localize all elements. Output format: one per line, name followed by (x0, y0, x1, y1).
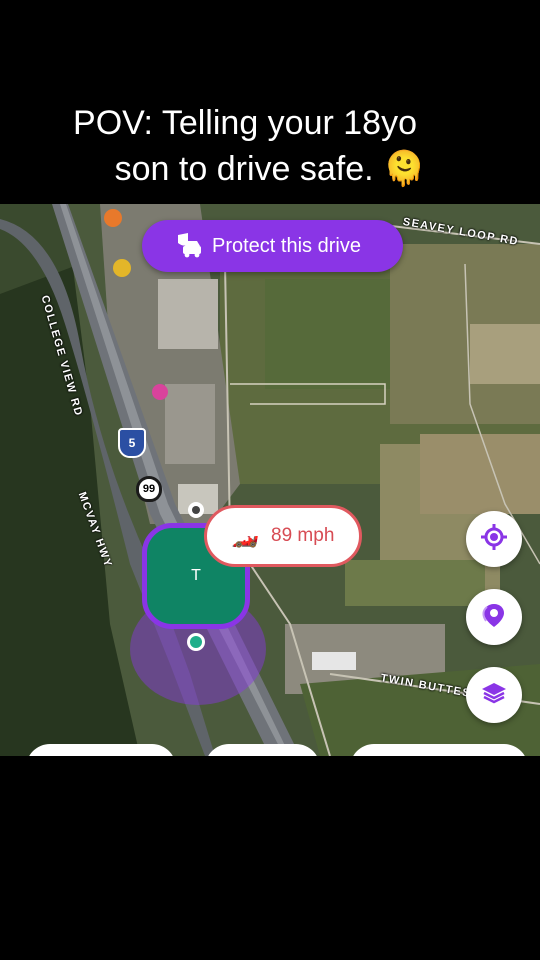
caption-line-1: POV: Telling your 18yo (73, 104, 417, 142)
avatar-initial: T (191, 567, 201, 584)
interstate-number: 5 (128, 436, 136, 450)
route-99-shield: 99 (136, 476, 162, 502)
protect-this-drive-button[interactable]: Protect this drive (142, 220, 403, 272)
satellite-map (0, 204, 540, 756)
speed-value: 89 mph (271, 525, 335, 546)
speed-indicator: 🏎️ 89 mph (204, 505, 362, 567)
caption-line-2: son to drive safe. 🫠 (114, 150, 426, 188)
protect-button-label: Protect this drive (212, 234, 361, 257)
layers-icon (480, 679, 508, 712)
route-number: 99 (142, 483, 156, 495)
location-pin-icon (480, 601, 508, 634)
recenter-location-button[interactable] (466, 511, 522, 567)
race-car-icon: 🏎️ (231, 523, 260, 548)
places-button[interactable] (466, 589, 522, 645)
car-shield-icon (174, 233, 204, 259)
bottom-black-area (0, 756, 540, 960)
interstate-5-shield: 5 (118, 428, 146, 458)
map-layers-button[interactable] (466, 667, 522, 723)
map-view[interactable]: SEAVEY LOOP RD COLLEGE VIEW RD MCVAY HWY… (0, 204, 540, 756)
video-caption: POV: Telling your 18yo son to drive safe… (0, 100, 540, 192)
crosshair-icon (481, 523, 507, 555)
